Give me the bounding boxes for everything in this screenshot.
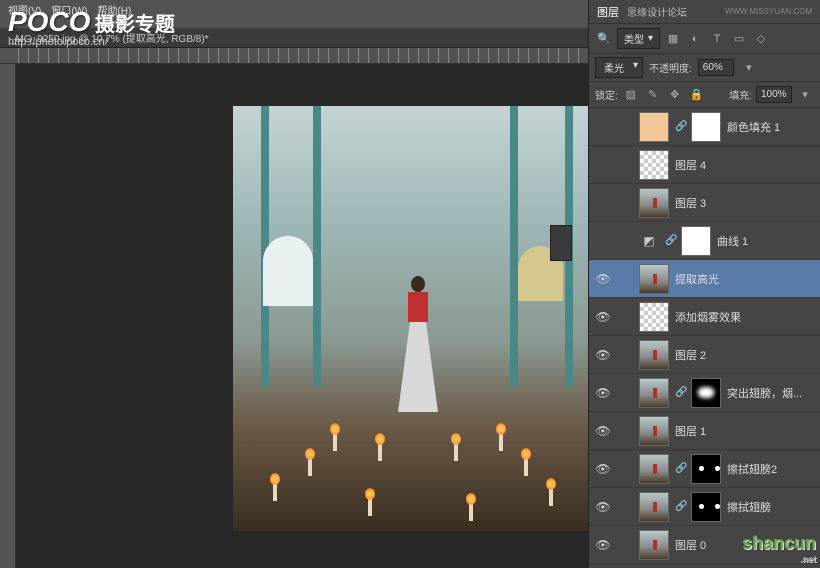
ruler-vertical xyxy=(0,64,16,568)
logo-watermark: POCO 摄影专题 http://photo.poco.cn/ xyxy=(8,6,175,48)
chevron-down-icon: ▾ xyxy=(648,33,653,44)
layer-thumb[interactable] xyxy=(639,454,669,484)
layer-name-label[interactable]: 擦拭翅膀 xyxy=(727,499,816,515)
layer-thumb[interactable] xyxy=(639,492,669,522)
forum-text: 思缘设计论坛 xyxy=(627,4,687,19)
visibility-toggle-icon[interactable]: 👁 xyxy=(593,269,613,289)
opacity-label: 不透明度: xyxy=(649,60,692,75)
adjustment-icon: ◩ xyxy=(639,231,659,251)
lock-all-icon[interactable]: 🔒 xyxy=(688,86,706,104)
link-icon: 🔗 xyxy=(675,501,685,512)
visibility-toggle-icon[interactable] xyxy=(593,117,613,137)
layer-mask-thumb[interactable] xyxy=(691,378,721,408)
visibility-toggle-icon[interactable]: 👁 xyxy=(593,383,613,403)
search-icon[interactable]: 🔍 xyxy=(595,30,613,48)
layer-row[interactable]: 🔗 颜色填充 1 xyxy=(589,108,820,146)
panel-header: 图层 思缘设计论坛 WWW.MISSYUAN.COM xyxy=(589,0,820,24)
lock-transparent-icon[interactable]: ▨ xyxy=(622,86,640,104)
layer-name-label[interactable]: 提取高光 xyxy=(675,271,816,287)
tab-layers[interactable]: 图层 xyxy=(597,4,619,20)
layer-row[interactable]: 👁 图层 1 xyxy=(589,412,820,450)
chevron-down-icon[interactable]: ▾ xyxy=(740,59,758,77)
chevron-down-icon[interactable]: ▾ xyxy=(796,86,814,104)
mini-toolbar[interactable] xyxy=(550,225,572,261)
filter-pixel-icon[interactable]: ▦ xyxy=(664,30,682,48)
filter-adjust-icon[interactable]: ◐ xyxy=(686,30,704,48)
watermark-shancun: shancun.net xyxy=(742,533,816,564)
layer-row[interactable]: 图层 3 xyxy=(589,184,820,222)
link-icon: 🔗 xyxy=(665,235,675,246)
layer-thumb[interactable] xyxy=(639,530,669,560)
layer-thumb[interactable] xyxy=(639,378,669,408)
layer-row[interactable]: 👁 🔗 突出翅膀，烟... xyxy=(589,374,820,412)
layer-thumb[interactable] xyxy=(639,416,669,446)
layer-filter-row: 🔍 类型 ▾ ▦ ◐ T ▭ ◇ xyxy=(589,24,820,54)
visibility-toggle-icon[interactable]: 👁 xyxy=(593,459,613,479)
layer-mask-thumb[interactable] xyxy=(681,226,711,256)
blend-mode-dropdown[interactable]: 柔光▾ xyxy=(595,57,643,78)
link-icon: 🔗 xyxy=(675,387,685,398)
layer-thumb[interactable] xyxy=(639,188,669,218)
opacity-input[interactable]: 60% xyxy=(698,59,734,76)
layer-thumb[interactable] xyxy=(639,340,669,370)
layers-list: 🔗 颜色填充 1 图层 4 图层 3 ◩ 🔗 曲线 1 👁 提取高光 👁 添加烟雾效果 👁 图层 2 👁 🔗… xyxy=(589,108,820,568)
blend-row: 柔光▾ 不透明度: 60% ▾ xyxy=(589,54,820,82)
layer-name-label[interactable]: 图层 1 xyxy=(675,423,816,439)
layer-row[interactable]: 👁 提取高光 xyxy=(589,260,820,298)
layer-row[interactable]: ◩ 🔗 曲线 1 xyxy=(589,222,820,260)
layer-thumb[interactable] xyxy=(639,112,669,142)
layer-name-label[interactable]: 颜色填充 1 xyxy=(727,119,816,135)
fill-label: 填充: xyxy=(729,87,752,102)
layer-name-label[interactable]: 图层 2 xyxy=(675,347,816,363)
layer-name-label[interactable]: 曲线 1 xyxy=(717,233,816,249)
layer-name-label[interactable]: 图层 3 xyxy=(675,195,816,211)
visibility-toggle-icon[interactable]: 👁 xyxy=(593,345,613,365)
layer-thumb[interactable] xyxy=(639,302,669,332)
visibility-toggle-icon[interactable]: 👁 xyxy=(593,535,613,555)
fill-input[interactable]: 100% xyxy=(756,86,792,103)
layer-row[interactable]: 👁 🔗 擦拭翅膀2 xyxy=(589,450,820,488)
lock-brush-icon[interactable]: ✎ xyxy=(644,86,662,104)
lock-move-icon[interactable]: ✥ xyxy=(666,86,684,104)
logo-brand: POCO xyxy=(8,6,90,37)
logo-suffix: 摄影专题 xyxy=(95,14,175,36)
visibility-toggle-icon[interactable]: 👁 xyxy=(593,497,613,517)
layer-name-label[interactable]: 图层 4 xyxy=(675,157,816,173)
visibility-toggle-icon[interactable]: 👁 xyxy=(593,307,613,327)
filter-type-icon[interactable]: T xyxy=(708,30,726,48)
layer-name-label[interactable]: 突出翅膀，烟... xyxy=(727,385,816,401)
layer-name-label[interactable]: 添加烟雾效果 xyxy=(675,309,816,325)
chevron-down-icon: ▾ xyxy=(633,60,638,71)
lock-label: 锁定: xyxy=(595,87,618,102)
visibility-toggle-icon[interactable] xyxy=(593,193,613,213)
lock-row: 锁定: ▨ ✎ ✥ 🔒 填充: 100% ▾ xyxy=(589,82,820,108)
layer-row[interactable]: 👁 图层 2 xyxy=(589,336,820,374)
link-icon: 🔗 xyxy=(675,463,685,474)
layer-mask-thumb[interactable] xyxy=(691,112,721,142)
layer-thumb[interactable] xyxy=(639,264,669,294)
layer-name-label[interactable]: 擦拭翅膀2 xyxy=(727,461,816,477)
layer-row[interactable]: 图层 4 xyxy=(589,146,820,184)
filter-shape-icon[interactable]: ▭ xyxy=(730,30,748,48)
link-icon: 🔗 xyxy=(675,121,685,132)
layer-thumb[interactable] xyxy=(639,150,669,180)
canvas-image xyxy=(233,106,603,531)
visibility-toggle-icon[interactable]: 👁 xyxy=(593,421,613,441)
layers-panel: 图层 思缘设计论坛 WWW.MISSYUAN.COM 🔍 类型 ▾ ▦ ◐ T … xyxy=(588,0,820,568)
layer-row[interactable]: 👁 🔗 擦拭翅膀 xyxy=(589,488,820,526)
visibility-toggle-icon[interactable] xyxy=(593,155,613,175)
layer-mask-thumb[interactable] xyxy=(691,454,721,484)
filter-smart-icon[interactable]: ◇ xyxy=(752,30,770,48)
forum-url: WWW.MISSYUAN.COM xyxy=(725,7,812,16)
layer-row[interactable]: 👁 添加烟雾效果 xyxy=(589,298,820,336)
filter-type-dropdown[interactable]: 类型 ▾ xyxy=(617,28,660,49)
visibility-toggle-icon[interactable] xyxy=(593,231,613,251)
layer-mask-thumb[interactable] xyxy=(691,492,721,522)
